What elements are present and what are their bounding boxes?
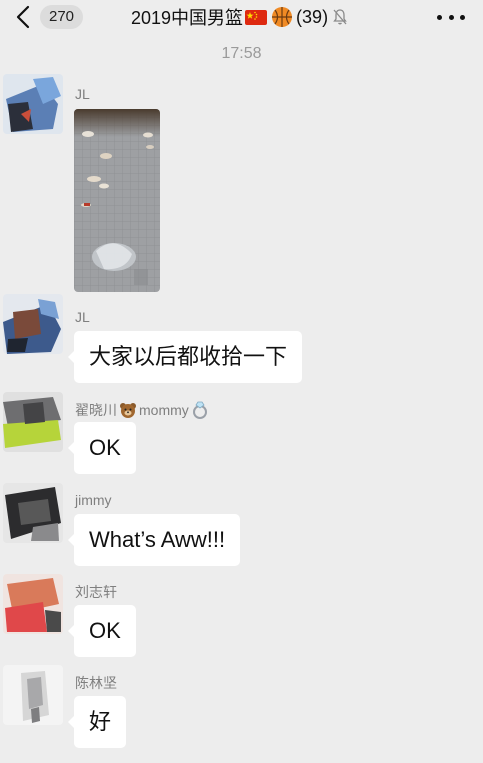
more-options-button[interactable]: [437, 6, 465, 28]
group-name: 2019中国男篮: [131, 8, 244, 28]
dot: [437, 14, 442, 20]
avatar[interactable]: [3, 294, 63, 354]
message-bubble[interactable]: OK: [68, 422, 136, 474]
dot: [460, 14, 465, 20]
bear-emoji-icon: [120, 403, 136, 418]
sender-name: 陈林坚: [75, 675, 117, 691]
sender-name: JL: [75, 309, 90, 325]
china-flag-icon: [245, 9, 268, 25]
chevron-left-icon: [16, 5, 30, 29]
back-button[interactable]: 270: [12, 4, 84, 30]
sender-name: 翟晓川 mommy: [75, 400, 210, 420]
message-bubble[interactable]: What’s Aww!!!: [67, 514, 241, 566]
member-count: (39): [296, 6, 329, 27]
ring-emoji-icon: [192, 401, 207, 419]
sender-name: jimmy: [75, 492, 112, 508]
sender-name-suffix: mommy: [139, 402, 189, 418]
message-bubble[interactable]: OK: [68, 605, 136, 657]
message-image[interactable]: [74, 109, 160, 292]
avatar[interactable]: [3, 574, 63, 634]
sender-name: JL: [75, 86, 90, 102]
avatar[interactable]: [3, 483, 63, 543]
message-timestamp: 17:58: [221, 45, 262, 62]
sender-name-text: 翟晓川: [75, 402, 117, 418]
basketball-icon: [272, 7, 293, 27]
message-bubble[interactable]: 好: [67, 696, 127, 748]
unread-count-badge: 270: [40, 5, 84, 29]
avatar[interactable]: [3, 392, 63, 452]
dot: [448, 14, 454, 20]
avatar[interactable]: [3, 665, 63, 725]
avatar[interactable]: [3, 74, 63, 134]
chat-header: 270 2019中国男篮 (39): [0, 0, 483, 40]
message-bubble[interactable]: 大家以后都收拾一下: [67, 331, 303, 383]
sender-name: 刘志轩: [75, 584, 117, 600]
bell-muted-icon: [333, 9, 347, 25]
chat-title: 2019中国男篮 (39): [131, 4, 348, 30]
